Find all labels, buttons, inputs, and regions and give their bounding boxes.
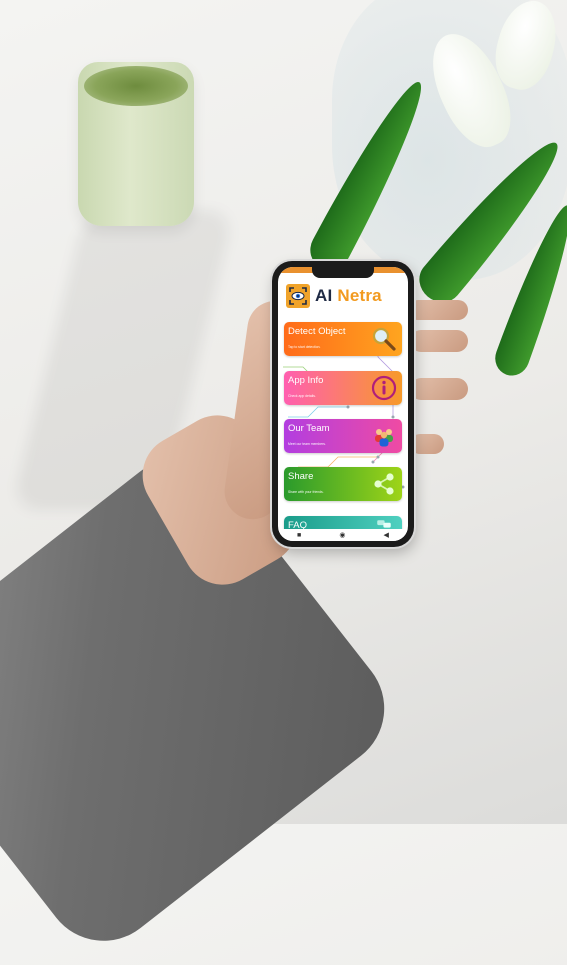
team-icon xyxy=(375,429,393,447)
eye-scan-icon xyxy=(286,284,310,308)
share-icon xyxy=(374,473,394,495)
detect-object-button[interactable]: Detect Object Tap to start detection. xyxy=(284,322,402,356)
card-subtitle: Tap to start detection. xyxy=(288,345,321,349)
finger xyxy=(410,378,468,400)
info-icon xyxy=(371,375,397,401)
smartphone: AI Netra Detect Object Tap to start dete… xyxy=(272,261,414,547)
card-title: Our Team xyxy=(288,423,330,434)
magnifier-icon xyxy=(372,327,396,351)
card-title: App Info xyxy=(288,375,324,386)
finger xyxy=(410,330,468,352)
card-subtitle: Share with your friends. xyxy=(288,490,324,494)
phone-notch xyxy=(312,267,374,278)
card-subtitle: Meet our team members. xyxy=(288,442,326,446)
phone-screen: AI Netra Detect Object Tap to start dete… xyxy=(278,267,408,541)
card-subtitle: Check app details. xyxy=(288,394,316,398)
app-info-button[interactable]: App Info Check app details. xyxy=(284,371,402,405)
finger xyxy=(408,300,468,320)
card-title: Share xyxy=(288,471,314,482)
back-icon[interactable]: ◀ xyxy=(384,532,389,539)
home-icon[interactable]: ◉ xyxy=(339,532,345,539)
app-title-netra: Netra xyxy=(337,286,382,305)
recents-icon[interactable]: ■ xyxy=(297,532,301,539)
android-nav-bar: ■ ◉ ◀ xyxy=(278,529,408,541)
matcha-cup-rim xyxy=(84,66,188,106)
share-button[interactable]: Share Share with your friends. xyxy=(284,467,402,501)
app-title: AI Netra xyxy=(315,286,382,306)
app-title-ai: AI xyxy=(315,286,333,305)
app-header: AI Netra xyxy=(286,283,382,309)
finger xyxy=(410,434,444,454)
card-title: Detect Object xyxy=(288,326,346,337)
our-team-button[interactable]: Our Team Meet our team members. xyxy=(284,419,402,453)
